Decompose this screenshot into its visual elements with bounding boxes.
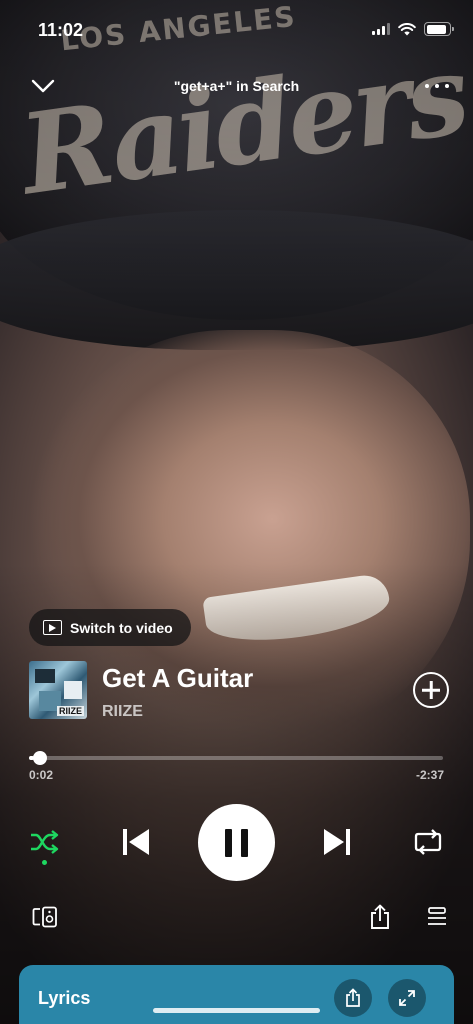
pause-button[interactable] bbox=[198, 804, 275, 881]
cover-text: RIIZE bbox=[56, 706, 84, 716]
switch-to-video-button[interactable]: Switch to video bbox=[29, 609, 191, 646]
shuffle-icon[interactable] bbox=[28, 826, 60, 858]
status-icons bbox=[372, 22, 454, 36]
lyrics-title: Lyrics bbox=[38, 988, 91, 1008]
lyrics-card[interactable]: Lyrics bbox=[19, 965, 454, 1024]
pause-icon-bar bbox=[241, 829, 248, 857]
share-icon[interactable] bbox=[368, 904, 392, 930]
shuffle-active-dot bbox=[42, 860, 47, 865]
battery-icon bbox=[424, 22, 454, 36]
add-icon[interactable] bbox=[413, 672, 449, 708]
playback-controls bbox=[0, 802, 473, 882]
player-header: "get+a+" in Search bbox=[0, 70, 473, 104]
elapsed-time: 0:02 bbox=[29, 768, 54, 782]
status-bar: 11:02 bbox=[0, 0, 473, 60]
queue-icon[interactable] bbox=[426, 907, 448, 927]
video-icon bbox=[43, 620, 62, 635]
status-time: 11:02 bbox=[38, 20, 84, 40]
track-info: RIIZE Get A Guitar RIIZE bbox=[29, 661, 449, 721]
signal-icon bbox=[372, 23, 390, 35]
progress-track bbox=[29, 756, 443, 760]
lyrics-expand-button[interactable] bbox=[388, 979, 426, 1017]
devices-icon[interactable] bbox=[32, 906, 58, 928]
next-icon[interactable] bbox=[321, 826, 353, 858]
previous-icon[interactable] bbox=[120, 826, 152, 858]
share-icon bbox=[346, 988, 360, 1007]
album-cover[interactable]: RIIZE bbox=[29, 661, 87, 719]
expand-icon bbox=[399, 990, 415, 1006]
song-title[interactable]: Get A Guitar bbox=[102, 663, 253, 694]
more-icon[interactable] bbox=[425, 78, 449, 94]
remaining-time: -2:37 bbox=[415, 768, 444, 782]
artist-name[interactable]: RIIZE bbox=[102, 703, 143, 721]
home-indicator bbox=[153, 1008, 320, 1013]
lyrics-share-button[interactable] bbox=[334, 979, 372, 1017]
repeat-icon[interactable] bbox=[412, 826, 444, 858]
wifi-icon bbox=[398, 22, 416, 35]
pause-icon bbox=[225, 829, 232, 857]
progress-bar[interactable] bbox=[29, 751, 443, 765]
playing-from-context: "get+a+" in Search bbox=[173, 78, 300, 94]
switch-to-video-label: Switch to video bbox=[70, 619, 173, 636]
bottom-actions bbox=[0, 900, 473, 936]
progress-knob[interactable] bbox=[33, 751, 47, 765]
